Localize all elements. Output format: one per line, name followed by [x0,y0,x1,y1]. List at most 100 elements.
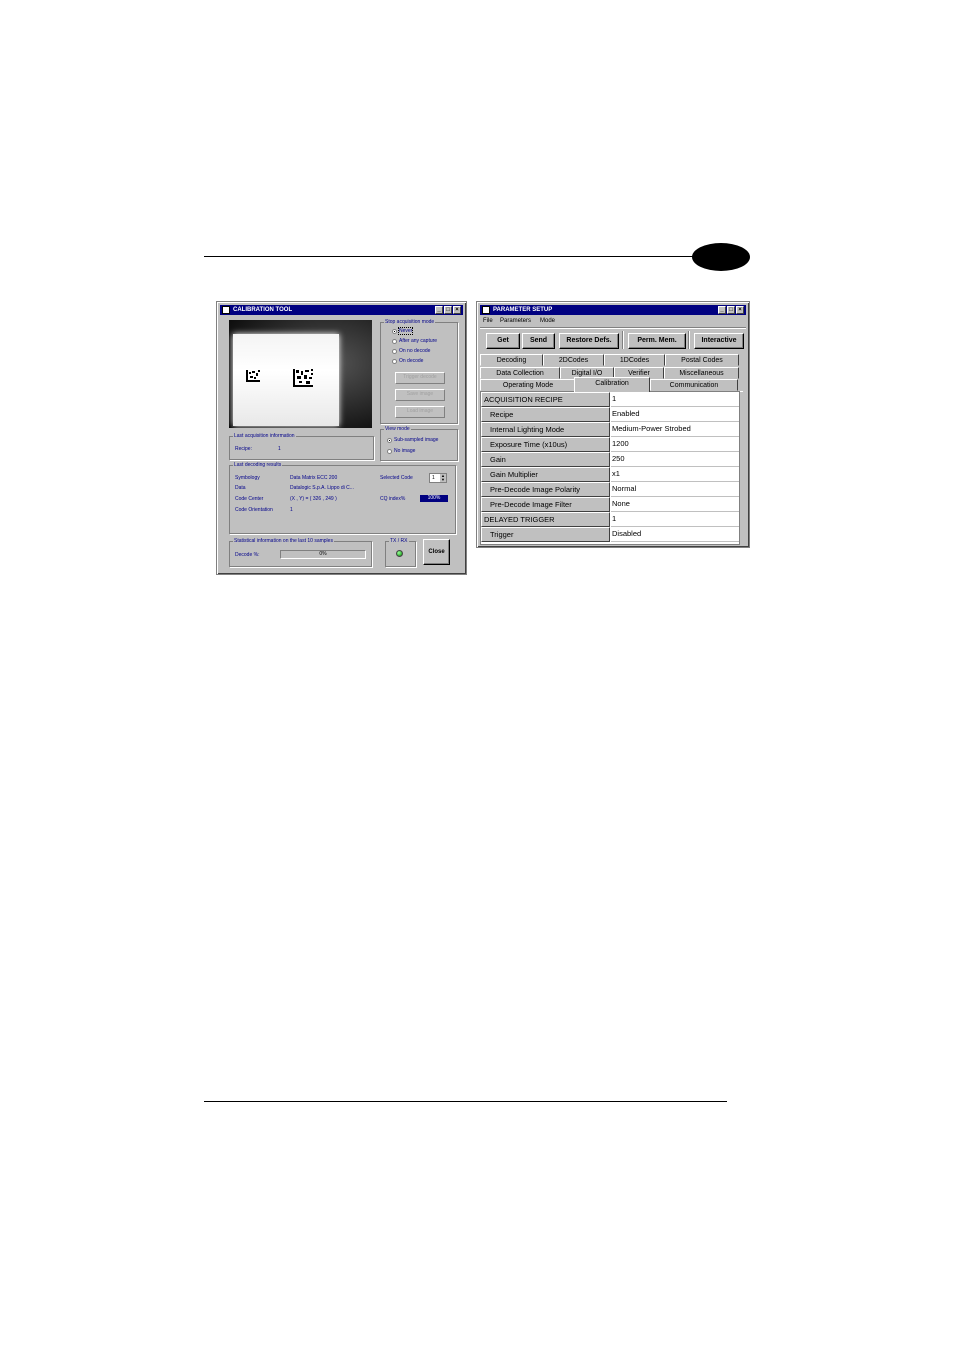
symbology-value: Data Matrix ECC 200 [290,475,338,481]
app-icon [222,306,230,314]
table-row[interactable]: Pre-Decode Image Filter None [481,497,739,512]
param-value[interactable]: 1200 [611,437,739,452]
table-row[interactable]: Recipe Enabled [481,407,739,422]
table-row[interactable]: Trigger Disabled [481,527,739,542]
parameter-title: PARAMETER SETUP [493,307,553,313]
last-acquisition-title: Last acquisition information [233,433,296,440]
table-row[interactable]: Gain Multiplier x1 [481,467,739,482]
param-value[interactable]: Medium-Power Strobed [611,422,739,437]
tab-calibration[interactable]: Calibration [574,377,650,392]
menu-mode[interactable]: Mode [540,318,555,324]
trigger-decode-button[interactable]: Trigger decode [395,372,445,384]
data-label: Data [235,485,246,491]
param-value[interactable]: 1 [611,512,739,527]
symbology-label: Symbology [235,475,260,481]
recipe-value: 1 [278,446,281,452]
cq-index-value: 100% [427,495,441,501]
table-row[interactable]: ACQUISITION RECIPE 1 [481,392,739,407]
radio-on-no-decode[interactable] [392,349,397,354]
parameter-titlebar: PARAMETER SETUP _ □ × [480,305,746,315]
tab-decoding[interactable]: Decoding [480,354,543,366]
statistics-title: Statistical information on the last 10 s… [233,538,334,545]
code-orientation-value: 1 [290,507,293,513]
spinner-arrows-icon[interactable]: ▲ ▼ [440,474,446,482]
code-orientation-label: Code Orientation [235,507,273,513]
radio-after-any-capture[interactable] [392,339,397,344]
table-row[interactable]: Pre-Decode Image Polarity Normal [481,482,739,497]
calibration-title: CALIBRATION TOOL [233,307,293,313]
param-name: Gain [481,452,610,467]
close-button[interactable]: Close [423,539,450,565]
selected-code-label: Selected Code [380,475,413,481]
close-icon[interactable]: × [453,306,461,314]
param-name: Recipe [481,407,610,422]
radio-never-label: Never [397,327,414,335]
restore-defaults-button[interactable]: Restore Defs. [559,333,619,349]
tab-postal-codes[interactable]: Postal Codes [665,354,739,366]
toolbar-divider [480,327,746,329]
radio-no-image[interactable] [387,449,392,454]
param-value[interactable]: 250 [611,452,739,467]
view-mode-group: View mode Sub-sampled image No image [380,426,458,461]
minimize-icon[interactable]: _ [718,306,726,314]
txrx-led-icon [396,550,403,557]
chapter-tab-marker [692,243,750,271]
perm-mem-button[interactable]: Perm. Mem. [628,333,686,349]
param-value[interactable]: Enabled [611,407,739,422]
param-value[interactable]: Normal [611,482,739,497]
txrx-group: TX / RX [385,538,416,567]
interactive-button[interactable]: Interactive [694,333,744,349]
maximize-icon[interactable]: □ [444,306,452,314]
send-button[interactable]: Send [522,333,555,349]
load-image-button[interactable]: Load image [395,406,445,418]
param-value[interactable]: x1 [611,467,739,482]
selected-code-value: 1 [432,475,435,481]
header-rule [204,256,698,257]
stop-mode-title: Stop acquisition mode [384,319,436,326]
datamatrix-code-2 [293,369,313,387]
view-mode-title: View mode [384,426,411,433]
table-row[interactable]: DELAYED TRIGGER 1 [481,512,739,527]
tab-2dcodes[interactable]: 2DCodes [543,354,604,366]
radio-on-decode[interactable] [392,359,397,364]
txrx-title: TX / RX [389,538,409,545]
tab-operating-mode[interactable]: Operating Mode [480,379,576,391]
code-center-label: Code Center [235,496,264,502]
footer-rule [204,1101,727,1102]
statistics-group: Statistical information on the last 10 s… [229,538,372,567]
cq-index-badge: 100% [420,495,448,502]
param-name: Pre-Decode Image Filter [481,497,610,512]
radio-sub-sampled-image[interactable] [387,438,392,443]
recipe-label: Recipe: [235,446,252,452]
menu-file[interactable]: File [483,318,493,324]
param-name: Internal Lighting Mode [481,422,610,437]
param-name: Exposure Time (x10us) [481,437,610,452]
param-value[interactable]: None [611,497,739,512]
minimize-icon[interactable]: _ [435,306,443,314]
decode-progress-bar: 0% [280,550,366,559]
menu-parameters[interactable]: Parameters [500,318,531,324]
param-value[interactable]: 1 [611,392,739,407]
close-icon[interactable]: × [736,306,744,314]
table-row[interactable]: Gain 250 [481,452,739,467]
radio-sub-sampled-image-label: Sub-sampled image [394,437,439,443]
datamatrix-code-1 [246,370,260,382]
table-row[interactable]: Exposure Time (x10us) 1200 [481,437,739,452]
radio-no-image-label: No image [394,448,416,454]
save-image-button[interactable]: Save image [395,389,445,401]
decode-percent-value: 0% [319,551,327,557]
app-icon [482,306,490,314]
radio-after-any-capture-label: After any capture [399,338,438,344]
param-name: Pre-Decode Image Polarity [481,482,610,497]
radio-never[interactable] [392,329,397,334]
maximize-icon[interactable]: □ [727,306,735,314]
tab-miscellaneous[interactable]: Miscellaneous [664,367,739,379]
tab-communication[interactable]: Communication [650,379,738,391]
tab-1dcodes[interactable]: 1DCodes [604,354,665,366]
table-row[interactable]: Internal Lighting Mode Medium-Power Stro… [481,422,739,437]
selected-code-spinner[interactable]: 1 ▲ ▼ [429,473,447,483]
get-button[interactable]: Get [486,333,520,349]
tab-data-collection[interactable]: Data Collection [480,367,560,379]
param-value[interactable]: Disabled [611,527,739,542]
radio-on-decode-label: On decode [399,358,424,364]
